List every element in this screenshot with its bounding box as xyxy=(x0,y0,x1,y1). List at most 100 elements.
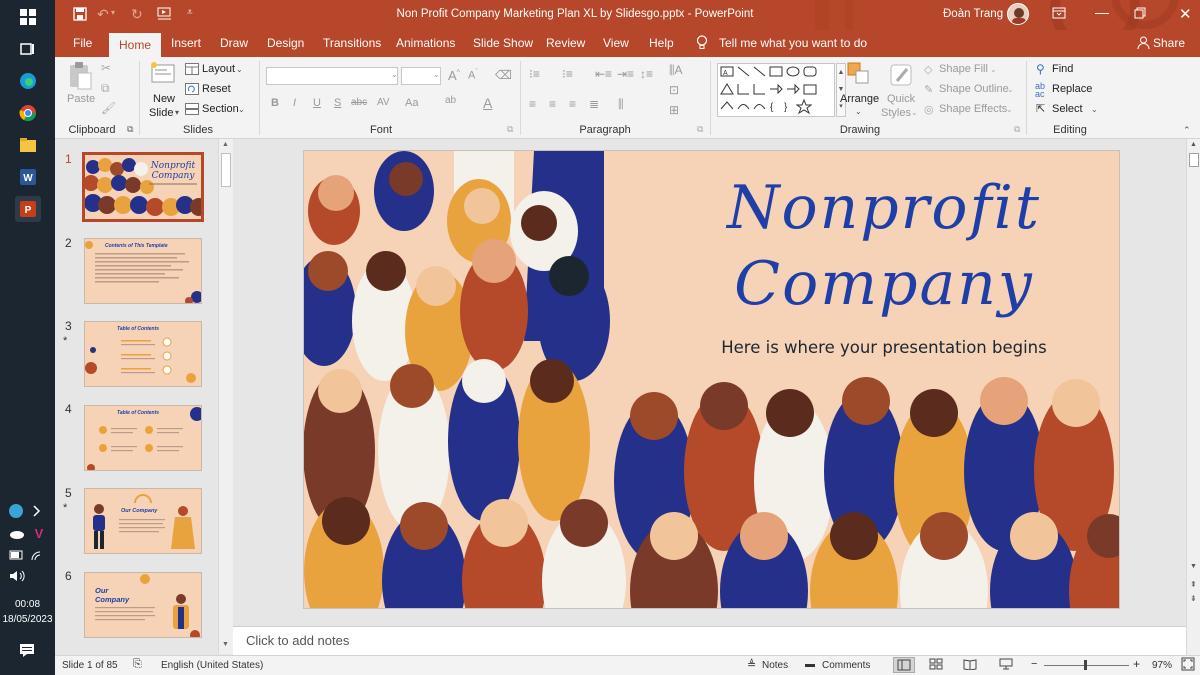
network-globe-icon[interactable] xyxy=(8,503,44,522)
quick-styles-label-1[interactable]: Quick xyxy=(887,93,915,105)
slide-show-view-icon[interactable] xyxy=(999,658,1013,673)
reading-view-icon[interactable] xyxy=(963,658,977,673)
align-right-icon[interactable]: ≡ xyxy=(569,97,576,111)
tab-design[interactable]: Design xyxy=(267,36,304,50)
comments-button[interactable]: Comments xyxy=(822,660,870,671)
start-from-beginning-icon[interactable] xyxy=(157,6,173,23)
file-explorer-icon[interactable] xyxy=(15,132,41,158)
line-spacing-icon[interactable]: ↕≡ xyxy=(640,67,653,81)
align-center-icon[interactable]: ≡ xyxy=(549,97,556,111)
scroll-down-arrow-icon[interactable]: ▼ xyxy=(1190,563,1197,570)
zoom-out-icon[interactable]: − xyxy=(1031,658,1037,670)
quick-styles-icon[interactable] xyxy=(889,61,915,92)
ribbon-display-options-icon[interactable] xyxy=(1052,7,1066,22)
new-slide-icon[interactable] xyxy=(150,61,176,88)
previous-slide-icon[interactable]: ⇞ xyxy=(1190,580,1197,589)
arrange-label[interactable]: Arrange xyxy=(840,93,879,105)
layout-label[interactable]: Layout xyxy=(202,63,235,75)
justify-icon[interactable]: ≣ xyxy=(589,97,599,111)
replace-icon[interactable]: ab ac xyxy=(1035,82,1045,99)
task-view-icon[interactable] xyxy=(15,36,41,62)
shape-effects-label[interactable]: Shape Effects xyxy=(939,103,1007,115)
font-name-dropdown-icon[interactable]: ⌄ xyxy=(391,70,398,79)
tab-transitions[interactable]: Transitions xyxy=(323,36,381,50)
section-dropdown-icon[interactable]: ⌄ xyxy=(238,105,245,114)
section-label[interactable]: Section xyxy=(202,103,239,115)
slide-thumbnail-2[interactable]: Contents of This Template xyxy=(84,238,202,304)
spelling-check-icon[interactable]: ⎘ xyxy=(133,658,142,671)
copy-icon[interactable]: ⧉ xyxy=(101,81,110,96)
shape-effects-dropdown-icon[interactable]: ⌄ xyxy=(1006,105,1013,114)
font-color-icon[interactable]: A xyxy=(483,95,492,111)
current-slide[interactable]: Nonprofit Company Here is where your pre… xyxy=(303,150,1120,609)
smartart-icon[interactable]: ⊞ xyxy=(669,103,679,117)
undo-icon[interactable]: ↶ xyxy=(97,6,109,23)
shapes-gallery[interactable]: A { } xyxy=(717,63,835,117)
tab-review[interactable]: Review xyxy=(546,36,585,50)
slide-title-line1[interactable]: Nonprofit xyxy=(684,173,1084,243)
onedrive-cloud-icon[interactable]: V xyxy=(8,525,44,544)
clear-formatting-icon[interactable]: ⌫ xyxy=(495,68,512,82)
scroll-down-arrow-icon[interactable]: ▼ xyxy=(222,641,229,648)
cut-icon[interactable]: ✂ xyxy=(101,61,111,75)
new-slide-label-1[interactable]: New xyxy=(153,93,175,105)
tell-me-search[interactable]: Tell me what you want to do xyxy=(719,36,867,50)
slide-editing-area[interactable]: Nonprofit Company Here is where your pre… xyxy=(233,139,1186,625)
user-avatar[interactable] xyxy=(1007,3,1029,25)
layout-dropdown-icon[interactable]: ⌄ xyxy=(236,65,243,74)
quick-styles-label-2[interactable]: Styles xyxy=(881,107,911,119)
shape-outline-dropdown-icon[interactable]: ⌄ xyxy=(1007,85,1014,94)
bold-icon[interactable]: B xyxy=(271,97,279,109)
arrange-dropdown-icon[interactable]: ⌄ xyxy=(855,107,862,116)
font-name-box[interactable] xyxy=(266,67,398,85)
fit-slide-icon[interactable] xyxy=(1181,657,1195,674)
undo-dropdown-icon[interactable]: ▾ xyxy=(111,8,115,17)
columns-icon[interactable]: ⫼ xyxy=(618,97,624,112)
replace-label[interactable]: Replace xyxy=(1052,83,1092,95)
share-button[interactable]: Share xyxy=(1153,36,1185,50)
clipboard-launcher-icon[interactable]: ⧉ xyxy=(127,124,133,135)
tab-slide-show[interactable]: Slide Show xyxy=(473,36,533,50)
new-slide-label-2[interactable]: Slide xyxy=(149,107,173,119)
tab-insert[interactable]: Insert xyxy=(171,36,201,50)
comments-icon[interactable]: ▬ xyxy=(805,659,815,670)
zoom-level[interactable]: 97% xyxy=(1152,660,1172,671)
paragraph-launcher-icon[interactable]: ⧉ xyxy=(697,124,703,135)
minimize-icon[interactable]: — xyxy=(1095,4,1109,20)
character-spacing-icon[interactable]: AV xyxy=(377,97,390,108)
text-shadow-icon[interactable]: S xyxy=(334,97,341,109)
save-icon[interactable] xyxy=(73,7,87,24)
shape-fill-label[interactable]: Shape Fill xyxy=(939,63,988,75)
notification-center-icon[interactable] xyxy=(19,642,35,661)
text-direction-icon[interactable]: ⫼A xyxy=(669,63,683,78)
decrease-indent-icon[interactable]: ⇤≡ xyxy=(595,67,612,81)
new-slide-dropdown-icon[interactable]: ▾ xyxy=(175,108,179,117)
paste-icon[interactable] xyxy=(67,61,93,94)
notes-placeholder[interactable]: Click to add notes xyxy=(246,633,349,648)
normal-view-button[interactable] xyxy=(893,657,915,673)
tab-file[interactable]: File xyxy=(73,36,92,50)
reset-icon[interactable] xyxy=(185,83,199,98)
tab-animations[interactable]: Animations xyxy=(396,36,455,50)
change-case-icon[interactable]: Aa xyxy=(405,97,418,109)
shape-outline-icon[interactable]: ✎ xyxy=(924,83,933,96)
powerpoint-app-icon[interactable]: P xyxy=(14,196,41,222)
slide-thumbnail-6[interactable]: Our Company xyxy=(84,572,202,638)
word-app-icon[interactable]: W xyxy=(15,164,41,190)
shape-fill-icon[interactable]: ◇ xyxy=(924,63,932,76)
align-left-icon[interactable]: ≡ xyxy=(529,97,536,111)
scroll-up-arrow-icon[interactable]: ▲ xyxy=(222,141,229,148)
strikethrough-icon[interactable]: abc xyxy=(351,97,367,108)
align-text-icon[interactable]: ⊡ xyxy=(669,83,679,97)
select-dropdown-icon[interactable]: ⌄ xyxy=(1091,105,1098,114)
decrease-font-size-icon[interactable]: Aˇ xyxy=(468,69,478,82)
shape-effects-icon[interactable]: ◎ xyxy=(924,103,934,116)
drawing-launcher-icon[interactable]: ⧉ xyxy=(1014,124,1020,135)
windows-start-icon[interactable] xyxy=(15,4,41,30)
account-name[interactable]: Đoàn Trang xyxy=(943,8,1003,20)
volume-speaker-icon[interactable] xyxy=(8,569,28,586)
slide-thumbnail-1[interactable]: Nonprofit Company xyxy=(82,152,204,222)
shape-outline-label[interactable]: Shape Outline xyxy=(939,83,1009,95)
reset-label[interactable]: Reset xyxy=(202,83,231,95)
quick-styles-dropdown-icon[interactable]: ⌄ xyxy=(911,108,918,117)
